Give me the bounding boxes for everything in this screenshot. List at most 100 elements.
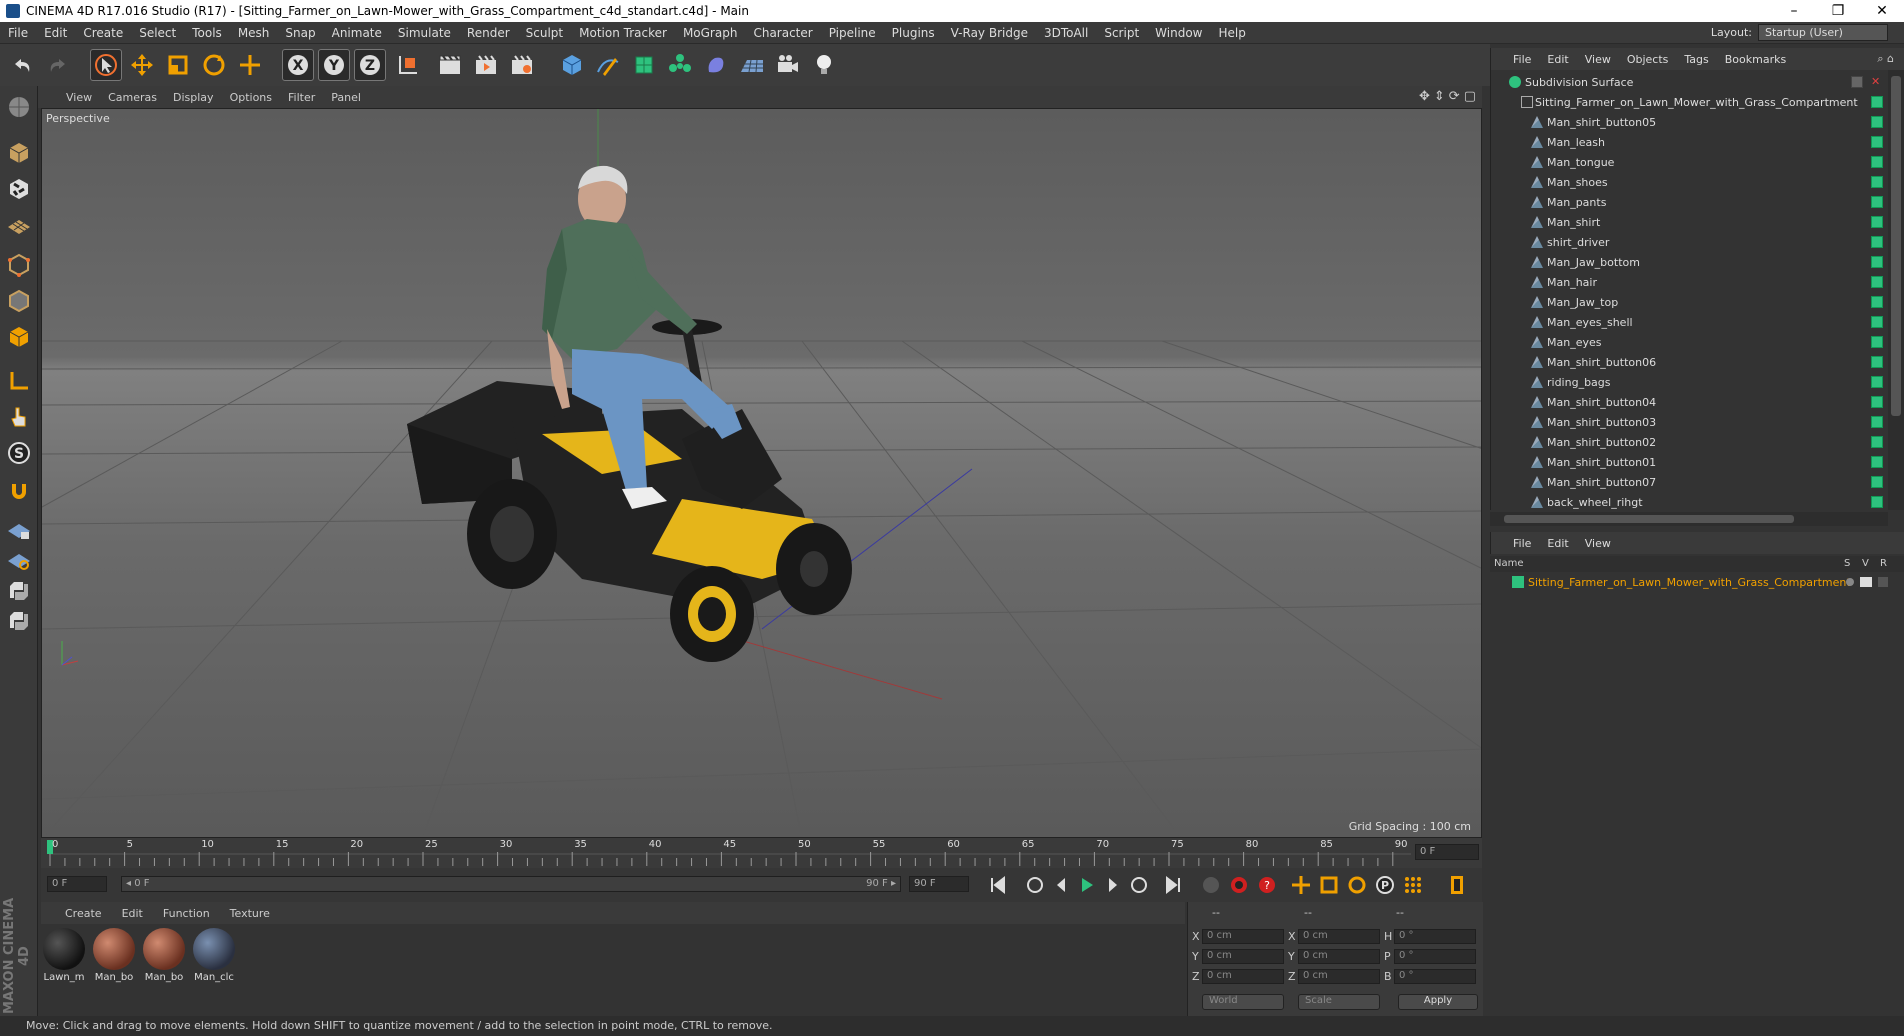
material-tag[interactable] (1871, 136, 1883, 148)
add-light-button[interactable] (808, 49, 840, 81)
menu-3dtoall[interactable]: 3DToAll (1036, 26, 1096, 40)
object-scroll-thumb[interactable] (1891, 76, 1901, 416)
tree-row[interactable]: Man_eyes_shell (1491, 312, 1888, 332)
record-keys-button[interactable] (1199, 873, 1223, 897)
material-tag[interactable] (1871, 156, 1883, 168)
material-item[interactable]: Man_bo (91, 926, 137, 986)
add-spline-button[interactable] (592, 49, 624, 81)
key-scale-button[interactable] (1317, 873, 1341, 897)
solo-toggle[interactable] (1846, 578, 1854, 586)
tree-row[interactable]: Man_shirt_button01 (1491, 452, 1888, 472)
menu-select[interactable]: Select (131, 26, 184, 40)
material-menu-texture[interactable]: Texture (220, 907, 280, 920)
material-menu-edit[interactable]: Edit (112, 907, 153, 920)
go-to-end-button[interactable] (1161, 873, 1185, 897)
material-tag[interactable] (1871, 196, 1883, 208)
tree-row[interactable]: Man_shirt_button03 (1491, 412, 1888, 432)
tree-row[interactable]: Man_Jaw_top (1491, 292, 1888, 312)
enabled-toggle-icon[interactable]: ✕ (1871, 76, 1883, 88)
rotate-tool[interactable] (198, 49, 230, 81)
object-menu-edit[interactable]: Edit (1539, 53, 1576, 66)
menu-character[interactable]: Character (745, 26, 820, 40)
layer-menu-edit[interactable]: Edit (1539, 537, 1576, 550)
next-frame-button[interactable] (1101, 873, 1125, 897)
z-axis-lock[interactable]: Z (354, 49, 386, 81)
layer-tag[interactable] (1871, 96, 1883, 108)
tree-row[interactable]: Man_shirt_button06 (1491, 352, 1888, 372)
coordinate-mode-dropdown[interactable]: World (1202, 994, 1284, 1010)
tree-row[interactable]: Man_leash (1491, 132, 1888, 152)
play-button[interactable] (1075, 873, 1099, 897)
add-nurbs-button[interactable] (628, 49, 660, 81)
autokey-button[interactable] (1227, 873, 1251, 897)
python-script-2-button[interactable] (4, 606, 34, 636)
menu-animate[interactable]: Animate (324, 26, 390, 40)
material-tag[interactable] (1871, 456, 1883, 468)
menu-simulate[interactable]: Simulate (390, 26, 459, 40)
rotation-p-field[interactable]: 0 ° (1394, 949, 1476, 964)
rotation-b-field[interactable]: 0 ° (1394, 969, 1476, 984)
tree-row[interactable]: Man_shoes (1491, 172, 1888, 192)
position-x-field[interactable]: 0 cm (1202, 929, 1284, 944)
material-tag[interactable] (1871, 176, 1883, 188)
polygons-mode-button[interactable] (4, 322, 34, 352)
material-menu-create[interactable]: Create (55, 907, 112, 920)
visible-toggle[interactable] (1860, 577, 1872, 587)
next-key-button[interactable] (1127, 873, 1151, 897)
minimize-button[interactable]: – (1772, 0, 1816, 22)
material-item[interactable]: Man_bo (141, 926, 187, 986)
maximize-button[interactable]: ❐ (1816, 0, 1860, 22)
tree-row[interactable]: shirt_driver (1491, 232, 1888, 252)
previous-frame-button[interactable] (1049, 873, 1073, 897)
menu-sculpt[interactable]: Sculpt (518, 26, 571, 40)
object-vertical-scrollbar[interactable] (1888, 70, 1904, 510)
key-position-button[interactable] (1289, 873, 1313, 897)
object-horizontal-scrollbar[interactable] (1490, 512, 1888, 526)
add-camera-button[interactable] (772, 49, 804, 81)
tree-row[interactable]: Man_shirt_button05 (1491, 112, 1888, 132)
tree-row[interactable]: riding_bags (1491, 372, 1888, 392)
timeline-layout-button[interactable] (1445, 873, 1469, 897)
x-axis-lock[interactable]: X (282, 49, 314, 81)
close-button[interactable]: ✕ (1860, 0, 1904, 22)
tree-row[interactable]: Man_tongue (1491, 152, 1888, 172)
menu-pipeline[interactable]: Pipeline (821, 26, 884, 40)
menu-render[interactable]: Render (459, 26, 518, 40)
object-menu-file[interactable]: File (1505, 53, 1539, 66)
make-editable-button[interactable] (4, 92, 34, 122)
material-tag[interactable] (1871, 356, 1883, 368)
edges-mode-button[interactable] (4, 286, 34, 316)
tree-row[interactable]: Man_shirt_button04 (1491, 392, 1888, 412)
viewport-menu-display[interactable]: Display (165, 91, 222, 104)
y-axis-lock[interactable]: Y (318, 49, 350, 81)
keyframe-selection-button[interactable]: ? (1255, 873, 1279, 897)
material-tag[interactable] (1871, 376, 1883, 388)
size-z-field[interactable]: 0 cm (1298, 969, 1380, 984)
tree-row[interactable]: Man_pants (1491, 192, 1888, 212)
key-param-button[interactable]: P (1373, 873, 1397, 897)
transform-tool[interactable] (234, 49, 266, 81)
material-tag[interactable] (1871, 216, 1883, 228)
size-x-field[interactable]: 0 cm (1298, 929, 1380, 944)
workplane-mode-button[interactable] (4, 210, 34, 240)
redo-button[interactable] (42, 49, 74, 81)
tweak-mode-button[interactable] (4, 402, 34, 432)
tree-row-root[interactable]: Subdivision Surface ✕ (1491, 72, 1888, 92)
layer-menu-view[interactable]: View (1577, 537, 1619, 550)
points-mode-button[interactable] (4, 250, 34, 280)
menu-help[interactable]: Help (1210, 26, 1253, 40)
scale-tool[interactable] (162, 49, 194, 81)
menu-file[interactable]: File (0, 26, 36, 40)
viewport-menu-options[interactable]: Options (222, 91, 280, 104)
menu-create[interactable]: Create (75, 26, 131, 40)
preview-range-slider[interactable]: ◂ 0 F 90 F ▸ (121, 876, 901, 892)
key-pla-button[interactable] (1401, 873, 1425, 897)
previous-key-button[interactable] (1023, 873, 1047, 897)
zoom-view-icon[interactable]: ⇕ (1434, 89, 1445, 104)
model-mode-button[interactable] (4, 138, 34, 168)
object-menu-bookmarks[interactable]: Bookmarks (1717, 53, 1794, 66)
material-tag[interactable] (1871, 256, 1883, 268)
size-y-field[interactable]: 0 cm (1298, 949, 1380, 964)
layout-dropdown[interactable]: Startup (User) (1758, 24, 1888, 41)
material-tag[interactable] (1871, 496, 1883, 508)
